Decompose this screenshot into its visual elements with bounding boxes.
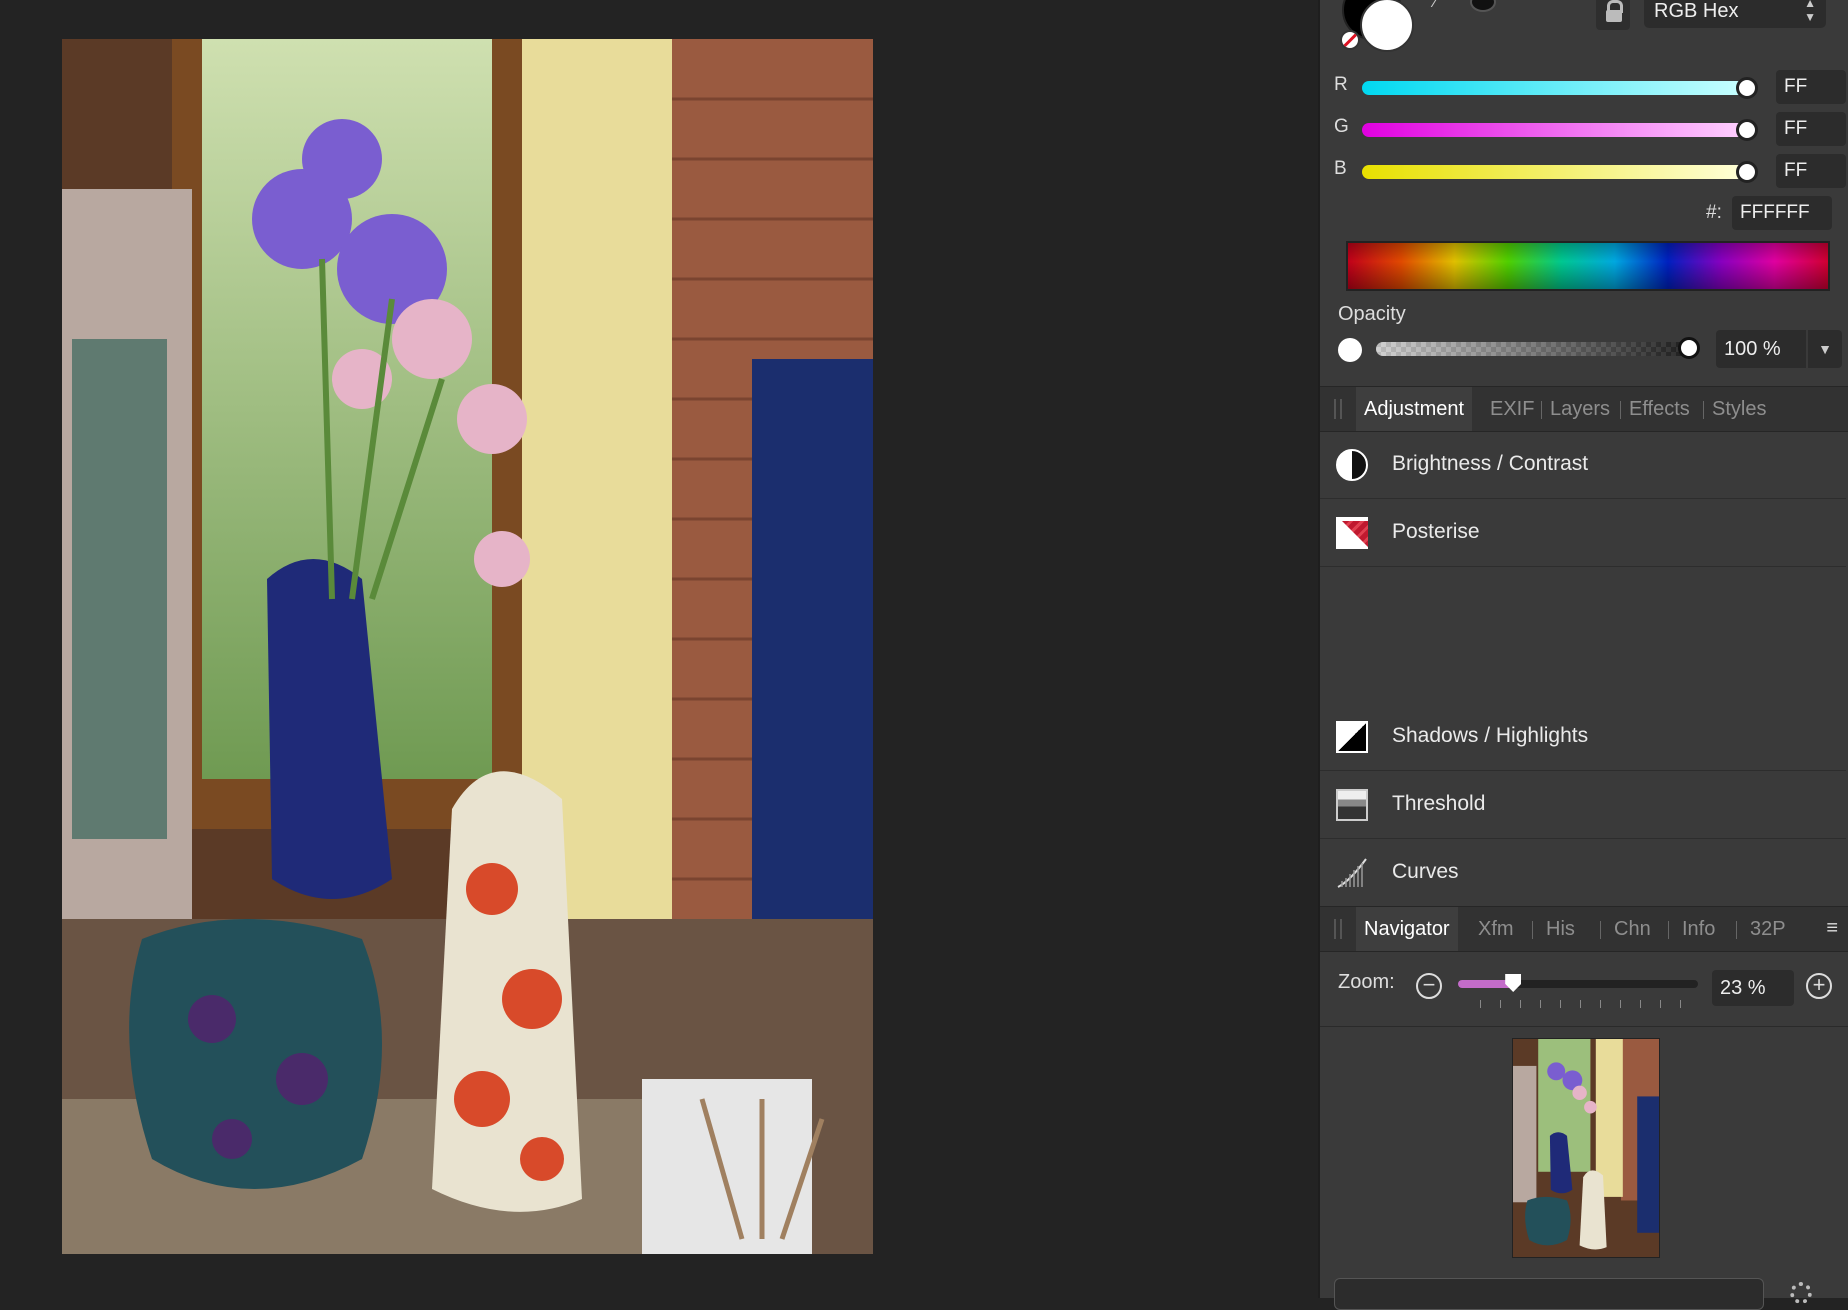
shadows-highlights-icon	[1336, 721, 1368, 753]
tab-adjustment[interactable]: Adjustment	[1356, 387, 1473, 431]
adjustment-shadows-highlights[interactable]: Shadows / Highlights	[1320, 704, 1846, 771]
tab-xfm[interactable]: Xfm	[1478, 907, 1514, 951]
tab-32p[interactable]: 32P	[1750, 907, 1786, 951]
color-mode-select[interactable]: RGB Hex ▲ ▼	[1644, 0, 1826, 28]
tab-separator	[1600, 921, 1601, 939]
hex-label: #:	[1706, 202, 1722, 223]
tab-separator	[1532, 921, 1533, 939]
studio-tabbar: Adjustment EXIF Layers Effects Styles	[1320, 386, 1848, 432]
opacity-label: Opacity	[1338, 303, 1406, 325]
stroke-color-swatch[interactable]	[1360, 0, 1414, 52]
color-mode-value: RGB Hex	[1654, 0, 1739, 22]
channel-thumb-b[interactable]	[1736, 161, 1758, 183]
adjustment-threshold[interactable]: Threshold	[1320, 772, 1846, 839]
hex-input[interactable]: FFFFFF	[1732, 196, 1832, 230]
channel-slider-g[interactable]	[1362, 123, 1744, 137]
opacity-slider[interactable]	[1376, 342, 1688, 356]
adjustment-label: Curves	[1392, 860, 1459, 883]
opacity-dropdown-icon[interactable]: ▼	[1808, 330, 1842, 368]
tab-effects[interactable]: Effects	[1629, 387, 1690, 431]
opacity-thumb[interactable]	[1678, 337, 1700, 359]
channel-thumb-g[interactable]	[1736, 119, 1758, 141]
zoom-slider[interactable]	[1458, 974, 1698, 992]
channel-label-r: R	[1334, 74, 1348, 95]
channel-value-g[interactable]: FF	[1776, 112, 1846, 146]
zoom-slider-fill	[1458, 980, 1514, 988]
color-picker-icon[interactable]: ∕	[1434, 0, 1456, 11]
zoom-label: Zoom:	[1338, 971, 1395, 993]
tab-separator	[1541, 401, 1542, 419]
channel-slider-r[interactable]	[1362, 81, 1744, 95]
navigator-tabbar: Navigator Xfm His Chn Info 32P ≡	[1320, 906, 1848, 952]
lock-icon[interactable]	[1596, 0, 1630, 30]
tab-separator	[1668, 921, 1669, 939]
opacity-input[interactable]: 100 %	[1716, 330, 1806, 368]
zoom-slider-thumb[interactable]	[1505, 974, 1522, 992]
channel-slider-b[interactable]	[1362, 165, 1744, 179]
adjustment-label: Threshold	[1392, 792, 1486, 815]
slider-row-b: B FF	[1334, 154, 1846, 188]
opacity-swatch	[1338, 338, 1362, 362]
posterise-icon	[1336, 517, 1368, 549]
studio-panel: ∕ RGB Hex ▲ ▼ R FF G FF B FF #: FFFFFF Op…	[1318, 0, 1848, 1310]
channel-value-b[interactable]: FF	[1776, 154, 1846, 188]
channel-value-r[interactable]: FF	[1776, 70, 1846, 104]
curves-icon	[1336, 857, 1368, 889]
panel-menu-icon[interactable]: ≡	[1826, 917, 1838, 940]
gear-icon[interactable]	[1790, 1282, 1812, 1304]
adjustment-curves[interactable]: Curves	[1320, 840, 1846, 906]
navigator-thumbnail[interactable]	[1512, 1038, 1660, 1258]
panel-grip-icon[interactable]	[1334, 399, 1342, 419]
photo-still-life[interactable]	[62, 39, 873, 1254]
tab-separator	[1703, 401, 1704, 419]
tab-separator	[1620, 401, 1621, 419]
threshold-icon	[1336, 789, 1368, 821]
tab-chn[interactable]: Chn	[1614, 907, 1651, 951]
color-dot-icon[interactable]	[1470, 0, 1496, 12]
tab-separator	[1736, 921, 1737, 939]
channel-label-g: G	[1334, 116, 1349, 137]
zoom-input[interactable]: 23 %	[1712, 970, 1794, 1006]
adjustment-brightness-contrast[interactable]: Brightness / Contrast	[1320, 432, 1846, 499]
adjustment-label: Posterise	[1392, 520, 1480, 543]
chevron-updown-icon: ▲ ▼	[1804, 0, 1816, 24]
tab-info[interactable]: Info	[1682, 907, 1715, 951]
tab-navigator[interactable]: Navigator	[1356, 907, 1458, 951]
adjustment-label: Shadows / Highlights	[1392, 724, 1589, 747]
panel-grip-icon[interactable]	[1334, 919, 1342, 939]
navigator-divider	[1320, 1026, 1848, 1027]
channel-label-b: B	[1334, 158, 1347, 179]
zoom-ticks	[1480, 1000, 1690, 1008]
tab-exif[interactable]: EXIF	[1490, 387, 1534, 431]
zoom-in-icon[interactable]: +	[1806, 973, 1832, 999]
tab-layers[interactable]: Layers	[1550, 387, 1610, 431]
brightness-contrast-icon	[1336, 449, 1368, 481]
slider-row-r: R FF	[1334, 70, 1846, 104]
adjustment-label: Brightness / Contrast	[1392, 452, 1589, 475]
tab-styles[interactable]: Styles	[1712, 387, 1766, 431]
tab-his[interactable]: His	[1546, 907, 1575, 951]
slider-row-g: G FF	[1334, 112, 1846, 146]
zoom-out-icon[interactable]: −	[1416, 973, 1442, 999]
adjustment-posterise[interactable]: Posterise	[1320, 500, 1846, 567]
color-spectrum[interactable]	[1346, 241, 1830, 291]
document-canvas[interactable]	[0, 0, 1318, 1298]
navigator-view-select[interactable]	[1334, 1278, 1764, 1310]
no-color-icon[interactable]	[1340, 30, 1360, 50]
channel-thumb-r[interactable]	[1736, 77, 1758, 99]
